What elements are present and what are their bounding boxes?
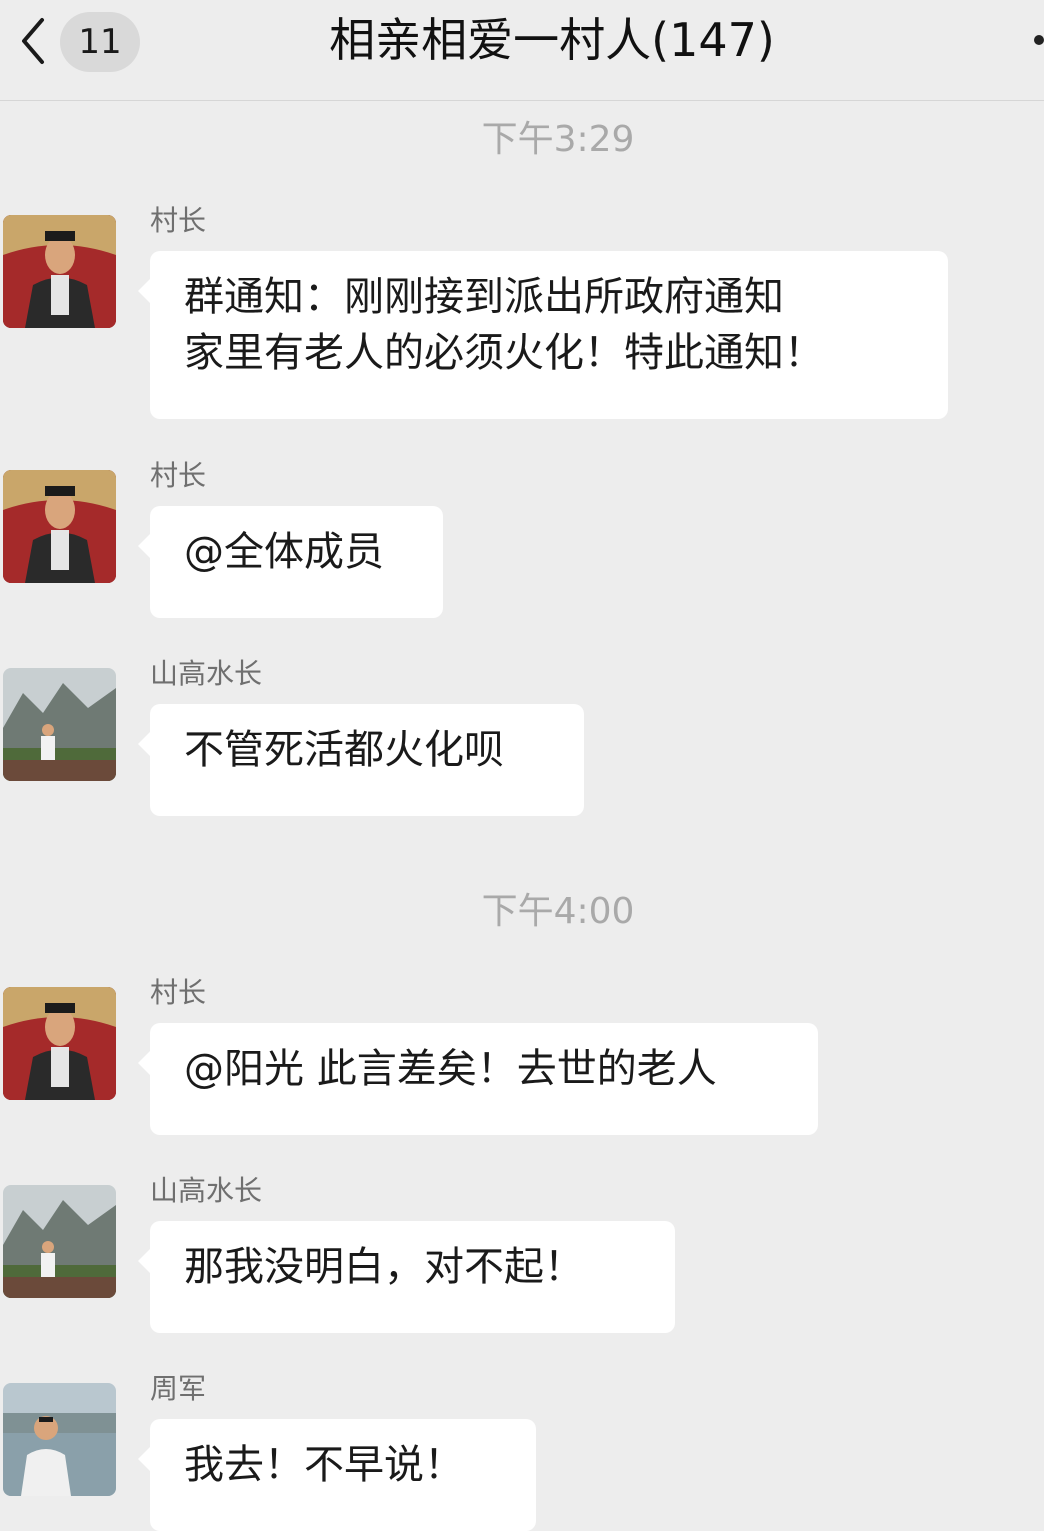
message-bubble[interactable]: 那我没明白，对不起！	[138, 1221, 675, 1333]
message-bubble[interactable]: 不管死活都火化呗	[138, 704, 584, 816]
mountain-avatar-icon	[3, 1185, 116, 1298]
sender-name: 村长	[150, 459, 207, 492]
mountain-avatar-icon	[3, 668, 116, 781]
sender-name: 村长	[150, 204, 207, 237]
avatar[interactable]	[3, 1185, 116, 1298]
avatar[interactable]	[3, 987, 116, 1100]
more-icon[interactable]	[1034, 35, 1044, 45]
village-chief-avatar-icon	[3, 987, 116, 1100]
sender-name: 山高水长	[150, 1174, 263, 1207]
sender-name: 村长	[150, 976, 207, 1009]
avatar[interactable]	[3, 1383, 116, 1496]
message-bubble[interactable]: @阳光 此言差矣！去世的老人	[138, 1023, 818, 1135]
timestamp: 下午3:29	[481, 119, 635, 160]
avatar[interactable]	[3, 470, 116, 583]
avatar[interactable]	[3, 668, 116, 781]
message-bubble[interactable]: 群通知：刚刚接到派出所政府通知 家里有老人的必须火化！特此通知！	[138, 251, 948, 419]
chat-title: 相亲相爱一村人(147)	[329, 13, 775, 67]
sender-name: 周军	[150, 1372, 207, 1405]
lake-avatar-icon	[3, 1383, 116, 1496]
avatar[interactable]	[3, 215, 116, 328]
message-bubble[interactable]: 我去！不早说！	[138, 1419, 536, 1531]
message-bubble[interactable]: @全体成员	[138, 506, 443, 618]
sender-name: 山高水长	[150, 657, 263, 690]
village-chief-avatar-icon	[3, 470, 116, 583]
village-chief-avatar-icon	[3, 215, 116, 328]
chat-header: 11 相亲相爱一村人(147)	[0, 0, 1044, 101]
timestamp: 下午4:00	[481, 891, 635, 932]
